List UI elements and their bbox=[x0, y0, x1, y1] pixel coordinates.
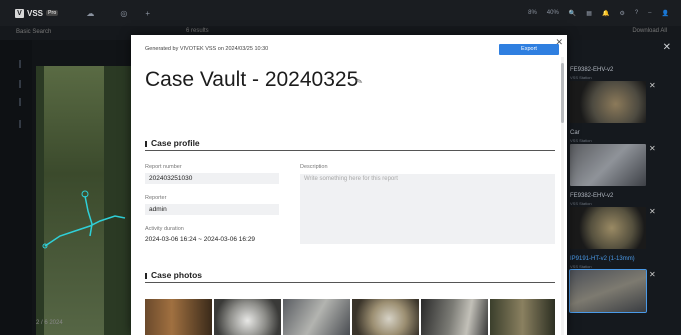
case-photo[interactable] bbox=[421, 299, 488, 335]
description-textarea[interactable]: Write something here for this report bbox=[300, 174, 555, 244]
section-marker-icon bbox=[145, 140, 147, 147]
minimize-icon[interactable]: – bbox=[648, 10, 651, 16]
description-label: Description bbox=[300, 164, 328, 170]
user-icon[interactable]: 👤 bbox=[662, 10, 669, 17]
toolbar-marker[interactable] bbox=[19, 80, 21, 88]
app-logo-text: VSS bbox=[27, 8, 44, 18]
result-card[interactable]: IP9191-HT-v2 (1-13mm) VSS Station ✕ bbox=[567, 256, 681, 318]
memory-stat: 40% bbox=[546, 10, 559, 16]
case-title: Case Vault - 20240325 bbox=[145, 68, 359, 91]
result-thumbnail bbox=[570, 144, 646, 186]
edition-badge: Pro bbox=[46, 10, 59, 16]
gear-icon[interactable]: ⚙ bbox=[619, 10, 624, 17]
export-button[interactable]: Export bbox=[499, 44, 559, 55]
cloud-icon[interactable]: ☁ bbox=[86, 9, 94, 18]
search-mode-label[interactable]: Basic Search bbox=[16, 29, 51, 35]
toolbar-marker[interactable] bbox=[19, 60, 21, 68]
report-number-field[interactable]: 202403251030 bbox=[145, 173, 279, 184]
camera-name: FE9382-EHV-v2 bbox=[570, 67, 614, 73]
result-card[interactable]: Car VSS Station ✕ bbox=[567, 130, 681, 192]
remove-icon[interactable]: ✕ bbox=[649, 144, 656, 153]
camera-station: VSS Station bbox=[570, 264, 592, 269]
search-icon[interactable]: 🔍 bbox=[569, 10, 576, 17]
scrollbar-thumb[interactable] bbox=[561, 63, 564, 123]
case-report-dialog: ✕ Generated by VIVOTEK VSS on 2024/03/25… bbox=[131, 35, 567, 335]
result-card[interactable]: FE9382-EHV-v2 VSS Station ✕ bbox=[567, 193, 681, 255]
camera-name: IP9191-HT-v2 (1-13mm) bbox=[570, 256, 635, 262]
topbar-right: 8% 40% 🔍 ▦ 🔔 ⚙ ? – 👤 bbox=[528, 0, 669, 26]
video-timestamp: 2 / 6 2024 bbox=[36, 320, 63, 326]
download-all-button[interactable]: Download All bbox=[632, 28, 667, 34]
bell-icon[interactable]: 🔔 bbox=[602, 10, 609, 17]
left-toolbar bbox=[0, 40, 32, 335]
grid-icon[interactable]: ▦ bbox=[586, 10, 592, 17]
motion-track-overlay bbox=[42, 190, 126, 249]
case-profile-heading: Case profile bbox=[145, 138, 555, 151]
result-count: 6 results bbox=[186, 28, 209, 34]
remove-icon[interactable]: ✕ bbox=[649, 207, 656, 216]
app-logo[interactable]: V VSS Pro bbox=[15, 8, 59, 18]
background-video-view[interactable] bbox=[36, 66, 132, 335]
case-photos-heading-text: Case photos bbox=[151, 270, 203, 280]
help-icon[interactable]: ? bbox=[635, 10, 638, 16]
result-card[interactable]: FE9382-EHV-v2 VSS Station ✕ bbox=[567, 67, 681, 129]
case-photo[interactable] bbox=[283, 299, 350, 335]
add-tab-icon[interactable]: + bbox=[145, 9, 150, 18]
camera-station: VSS Station bbox=[570, 75, 592, 80]
section-marker-icon bbox=[145, 272, 147, 279]
remove-icon[interactable]: ✕ bbox=[649, 270, 656, 279]
remove-icon[interactable]: ✕ bbox=[649, 81, 656, 90]
case-photo[interactable] bbox=[490, 299, 555, 335]
case-photo[interactable] bbox=[214, 299, 281, 335]
report-number-label: Report number bbox=[145, 164, 182, 170]
result-thumbnail bbox=[570, 81, 646, 123]
generated-by-text: Generated by VIVOTEK VSS on 2024/03/25 1… bbox=[145, 46, 269, 52]
camera-station: VSS Station bbox=[570, 138, 592, 143]
case-photo[interactable] bbox=[145, 299, 212, 335]
camera-name: FE9382-EHV-v2 bbox=[570, 193, 614, 199]
camera-icon[interactable]: ◎ bbox=[120, 9, 127, 18]
toolbar-marker[interactable] bbox=[19, 98, 21, 106]
result-thumbnail bbox=[569, 269, 647, 313]
reporter-field[interactable]: admin bbox=[145, 204, 279, 215]
case-photos-heading: Case photos bbox=[145, 270, 555, 283]
activity-duration-value: 2024-03-06 16:24 ~ 2024-03-06 16:29 bbox=[145, 236, 256, 243]
close-icon[interactable]: ✕ bbox=[663, 42, 671, 53]
case-profile-heading-text: Case profile bbox=[151, 138, 200, 148]
vss-logo-icon: V bbox=[15, 8, 24, 18]
result-thumbnail bbox=[570, 207, 646, 249]
results-panel: ✕ FE9382-EHV-v2 VSS Station ✕ Car VSS St… bbox=[567, 40, 681, 335]
toolbar-marker[interactable] bbox=[19, 120, 21, 128]
app-topbar: V VSS Pro ☁ ◎ + 8% 40% 🔍 ▦ 🔔 ⚙ ? – 👤 bbox=[0, 0, 681, 26]
activity-duration-label: Activity duration bbox=[145, 226, 184, 232]
cpu-stat: 8% bbox=[528, 10, 537, 16]
case-photo[interactable] bbox=[352, 299, 419, 335]
camera-name: Car bbox=[570, 130, 580, 136]
reporter-label: Reporter bbox=[145, 195, 167, 201]
camera-station: VSS Station bbox=[570, 201, 592, 206]
